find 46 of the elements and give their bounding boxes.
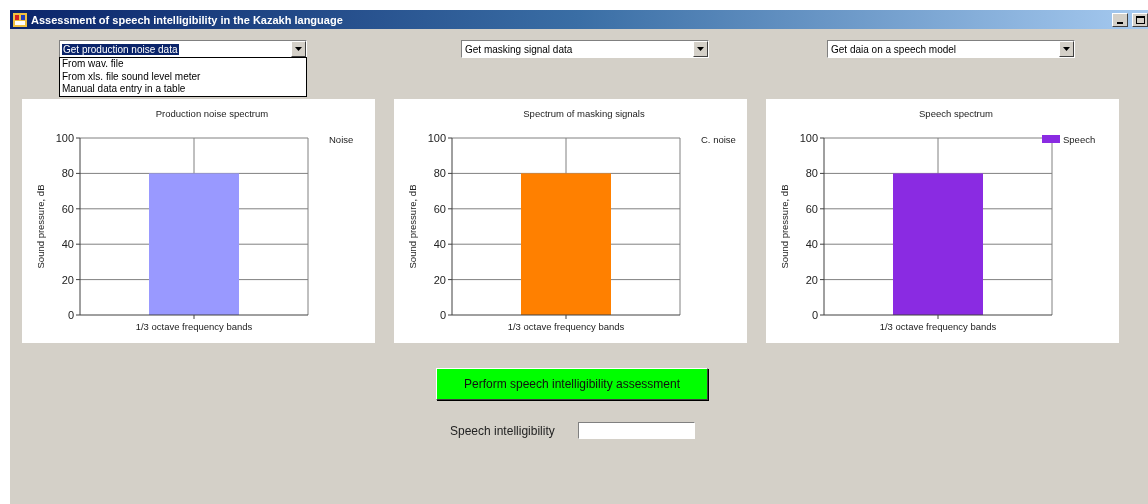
y-axis-label: Sound pressure, dB <box>779 184 790 269</box>
y-tick-label: 80 <box>61 167 74 180</box>
y-tick-label: 40 <box>433 238 446 251</box>
chart-title: Spectrum of masking signals <box>523 108 645 119</box>
y-tick-label: 0 <box>67 309 74 321</box>
y-tick-label: 80 <box>433 167 446 180</box>
x-axis-label: 1/3 octave frequency bands <box>879 321 997 332</box>
window-title: Assessment of speech intelligibility in the Kazakh language <box>31 13 344 26</box>
y-tick-label: 20 <box>61 273 74 286</box>
minimize-button[interactable] <box>1112 12 1128 27</box>
dropdown-option[interactable]: Manual data entry in a table <box>60 83 306 96</box>
result-label: Speech intelligibility <box>450 423 555 438</box>
y-tick-label: 0 <box>439 309 446 321</box>
y-tick-label: 100 <box>427 132 446 144</box>
y-tick-label: 40 <box>61 238 74 251</box>
legend: Speech <box>1042 134 1096 145</box>
app-icon <box>13 12 27 27</box>
y-tick-label: 100 <box>799 132 818 144</box>
y-axis-label: Sound pressure, dB <box>35 184 46 269</box>
chart-title: Production noise spectrum <box>155 108 269 119</box>
legend-label: Speech <box>1063 134 1096 145</box>
y-tick-label: 20 <box>805 273 818 286</box>
y-tick-label: 60 <box>433 202 446 215</box>
legend: Noise <box>329 134 354 145</box>
maximize-button[interactable] <box>1132 12 1148 27</box>
assess-button[interactable]: Perform speech intelligibility assessment <box>436 368 708 400</box>
x-axis-label: 1/3 octave frequency bands <box>507 321 625 332</box>
y-tick-label: 80 <box>805 167 818 180</box>
dropdown[interactable]: Get masking signal data <box>461 40 709 58</box>
y-tick-label: 20 <box>433 273 446 286</box>
x-axis-label: 1/3 octave frequency bands <box>135 321 253 332</box>
dropdown-option[interactable]: From wav. file <box>60 58 306 71</box>
y-tick-label: 60 <box>61 202 74 215</box>
result-field[interactable] <box>577 422 695 439</box>
y-tick-label: 100 <box>55 132 74 144</box>
minimize-icon <box>1117 21 1123 24</box>
legend: C. noise <box>701 134 736 145</box>
y-tick-label: 40 <box>805 238 818 251</box>
y-tick-label: 0 <box>811 309 818 321</box>
maximize-icon <box>1135 15 1145 24</box>
dropdown-option[interactable]: From xls. file sound level meter <box>60 70 306 83</box>
y-tick-label: 60 <box>805 202 818 215</box>
dropdown[interactable]: Get production noise data <box>59 40 307 58</box>
dropdown[interactable]: Get daia on a speech model <box>827 40 1075 58</box>
chart-title: Speech spectrum <box>919 108 993 119</box>
y-axis-label: Sound pressure, dB <box>407 184 418 269</box>
